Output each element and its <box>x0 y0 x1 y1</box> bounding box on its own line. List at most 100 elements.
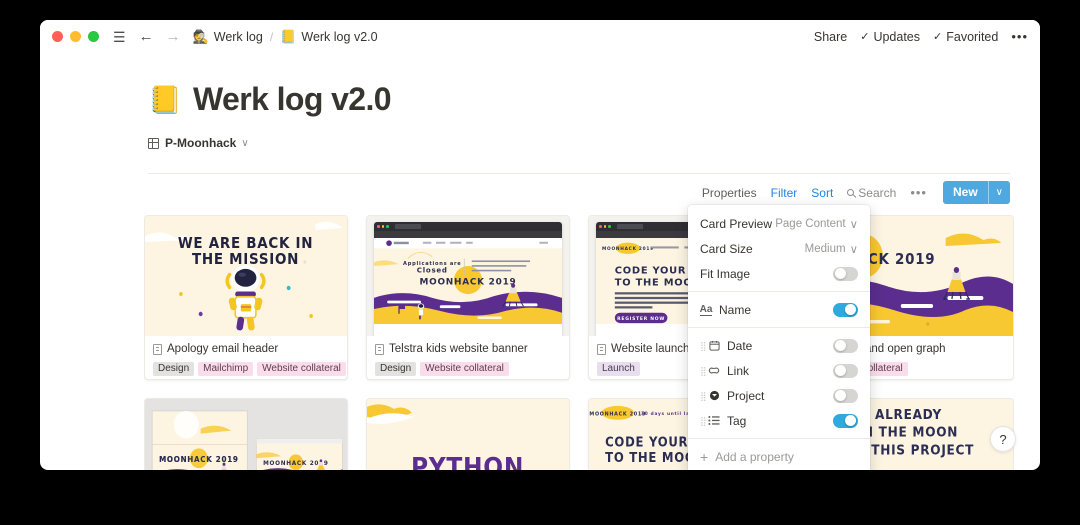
property-row-tag[interactable]: ⣿ Tag <box>688 408 870 433</box>
dropdown-divider <box>688 438 870 439</box>
browser-chrome-bar <box>374 222 562 231</box>
title-bar-actions: Share ✓ Updates ✓ Favorited ••• <box>814 29 1028 44</box>
link-toggle[interactable] <box>833 363 858 378</box>
gallery-card[interactable]: WE ARE BACK IN THE MISSION Apology email… <box>144 215 348 380</box>
page-icon <box>597 343 606 355</box>
search-button[interactable]: Search <box>847 186 896 200</box>
question-mark-icon: ? <box>999 431 1007 447</box>
card-title: Apology email header <box>153 343 339 355</box>
dropdown-divider <box>688 291 870 292</box>
chevron-down-icon[interactable]: ∨ <box>241 138 248 149</box>
card-title-text: Telstra kids website banner <box>389 343 528 355</box>
card-cover-image: Applications are Closed MOONHACK 2019 <box>367 216 569 336</box>
drag-handle-icon[interactable]: ⣿ <box>700 416 707 425</box>
card-size-row[interactable]: Card Size Medium ∨ <box>688 236 870 261</box>
dropdown-divider <box>688 327 870 328</box>
drag-handle-icon[interactable]: ⣿ <box>700 341 707 350</box>
maximize-window-button[interactable] <box>88 31 99 42</box>
drag-handle-icon[interactable]: ⣿ <box>700 391 707 400</box>
card-title-text: Website launch <box>611 343 690 355</box>
drag-handle-icon[interactable]: ⣿ <box>700 366 707 375</box>
minimize-window-button[interactable] <box>70 31 81 42</box>
card-meta: Apology email header Design Mailchimp We… <box>145 336 347 376</box>
project-toggle[interactable] <box>833 388 858 403</box>
window-controls[interactable] <box>52 31 99 42</box>
check-icon: ✓ <box>860 31 870 43</box>
link-icon <box>708 365 720 376</box>
gallery-card[interactable]: Applications are Closed MOONHACK 2019 Te… <box>366 215 570 380</box>
card-title-text: Apology email header <box>167 343 279 355</box>
updates-button[interactable]: ✓ Updates <box>860 30 920 44</box>
svg-text:REGISTER NOW: REGISTER NOW <box>617 316 665 322</box>
card-cover-image: MOONHACK 2019 MOONHACK 2019 MOONHACK 201… <box>145 399 347 470</box>
table-grid-icon <box>148 137 159 149</box>
svg-text:Closed: Closed <box>417 266 448 275</box>
forward-arrow-icon[interactable]: → <box>166 29 181 44</box>
database-name-label: P-Moonhack <box>165 136 237 150</box>
property-row-name[interactable]: Aa Name <box>688 297 870 322</box>
page-body: 📒 Werk log v2.0 P-Moonhack ∨ Properties … <box>40 53 1040 470</box>
hamburger-icon[interactable]: ☰ <box>113 30 126 44</box>
name-label: Name <box>719 302 752 317</box>
breadcrumb-current-label: Werk log v2.0 <box>301 29 378 44</box>
card-preview-value[interactable]: Page Content ∨ <box>775 217 858 231</box>
plus-icon: + <box>700 449 709 465</box>
check-icon: ✓ <box>933 31 943 43</box>
add-property-button[interactable]: + Add a property <box>688 444 870 470</box>
page-icon <box>153 343 162 355</box>
project-icon <box>708 390 720 401</box>
tag: Launch <box>597 362 640 376</box>
page-title: 📒 Werk log v2.0 <box>40 53 1040 118</box>
tag: Mailchimp <box>198 362 254 376</box>
card-cover-image: PYTHON PROJECT <box>367 399 569 470</box>
breadcrumb-parent-label: Werk log <box>213 29 263 44</box>
property-label: Project <box>727 388 765 403</box>
svg-text:WE ARE BACK IN: WE ARE BACK IN <box>178 235 313 252</box>
new-button-chevron-icon[interactable]: ∨ <box>987 181 1010 204</box>
property-row-link[interactable]: ⣿ Link <box>688 358 870 383</box>
property-label: Tag <box>727 413 747 428</box>
svg-text:PYTHON: PYTHON <box>411 452 524 470</box>
new-button-label: New <box>952 185 978 199</box>
name-toggle[interactable] <box>833 302 858 317</box>
breadcrumb-item-parent[interactable]: 🕵️ Werk log <box>193 29 263 45</box>
fit-image-row[interactable]: Fit Image <box>688 261 870 286</box>
search-icon <box>847 189 855 196</box>
back-arrow-icon[interactable]: ← <box>139 29 154 44</box>
gallery-card[interactable]: MOONHACK 2019 MOONHACK 2019 MOONHACK 201… <box>144 398 348 470</box>
filter-button[interactable]: Filter <box>771 186 798 200</box>
close-window-button[interactable] <box>52 31 63 42</box>
page-icon <box>375 343 384 355</box>
card-tags: Design Mailchimp Website collateral <box>153 362 346 376</box>
new-button[interactable]: New ∨ <box>942 181 1010 204</box>
properties-button[interactable]: Properties <box>702 186 757 200</box>
more-options-icon[interactable]: ••• <box>1011 29 1028 44</box>
property-row-project[interactable]: ⣿ Project <box>688 383 870 408</box>
list-icon <box>708 415 720 426</box>
sort-button[interactable]: Sort <box>811 186 833 200</box>
fit-image-toggle[interactable] <box>833 266 858 281</box>
share-label: Share <box>813 29 848 44</box>
gallery-card[interactable]: PYTHON PROJECT <box>366 398 570 470</box>
help-button[interactable]: ? <box>990 426 1016 452</box>
view-more-icon[interactable]: ••• <box>910 185 927 200</box>
breadcrumb-item-current[interactable]: 📒 Werk log v2.0 <box>280 29 377 45</box>
card-title: Telstra kids website banner <box>375 343 561 355</box>
date-toggle[interactable] <box>833 338 858 353</box>
chevron-down-icon: ∨ <box>849 218 858 231</box>
favorited-button[interactable]: ✓ Favorited <box>933 30 998 44</box>
tag: Website collateral <box>420 362 509 376</box>
property-row-date[interactable]: ⣿ Date <box>688 333 870 358</box>
card-size-value[interactable]: Medium ∨ <box>805 242 858 256</box>
database-selector[interactable]: P-Moonhack ∨ <box>40 118 1040 150</box>
tag: Design <box>375 362 417 376</box>
share-button[interactable]: Share <box>814 30 847 44</box>
text-aa-icon: Aa <box>699 303 713 316</box>
tag-toggle[interactable] <box>833 413 858 428</box>
property-label: Date <box>727 338 753 353</box>
card-preview-row[interactable]: Card Preview Page Content ∨ <box>688 211 870 236</box>
property-label: Link <box>727 363 750 378</box>
gallery-view: WE ARE BACK IN THE MISSION Apology email… <box>144 215 1014 470</box>
app-window: ☰ ← → 🕵️ Werk log / 📒 Werk log v2.0 Shar… <box>40 20 1040 470</box>
calendar-icon <box>708 340 720 351</box>
